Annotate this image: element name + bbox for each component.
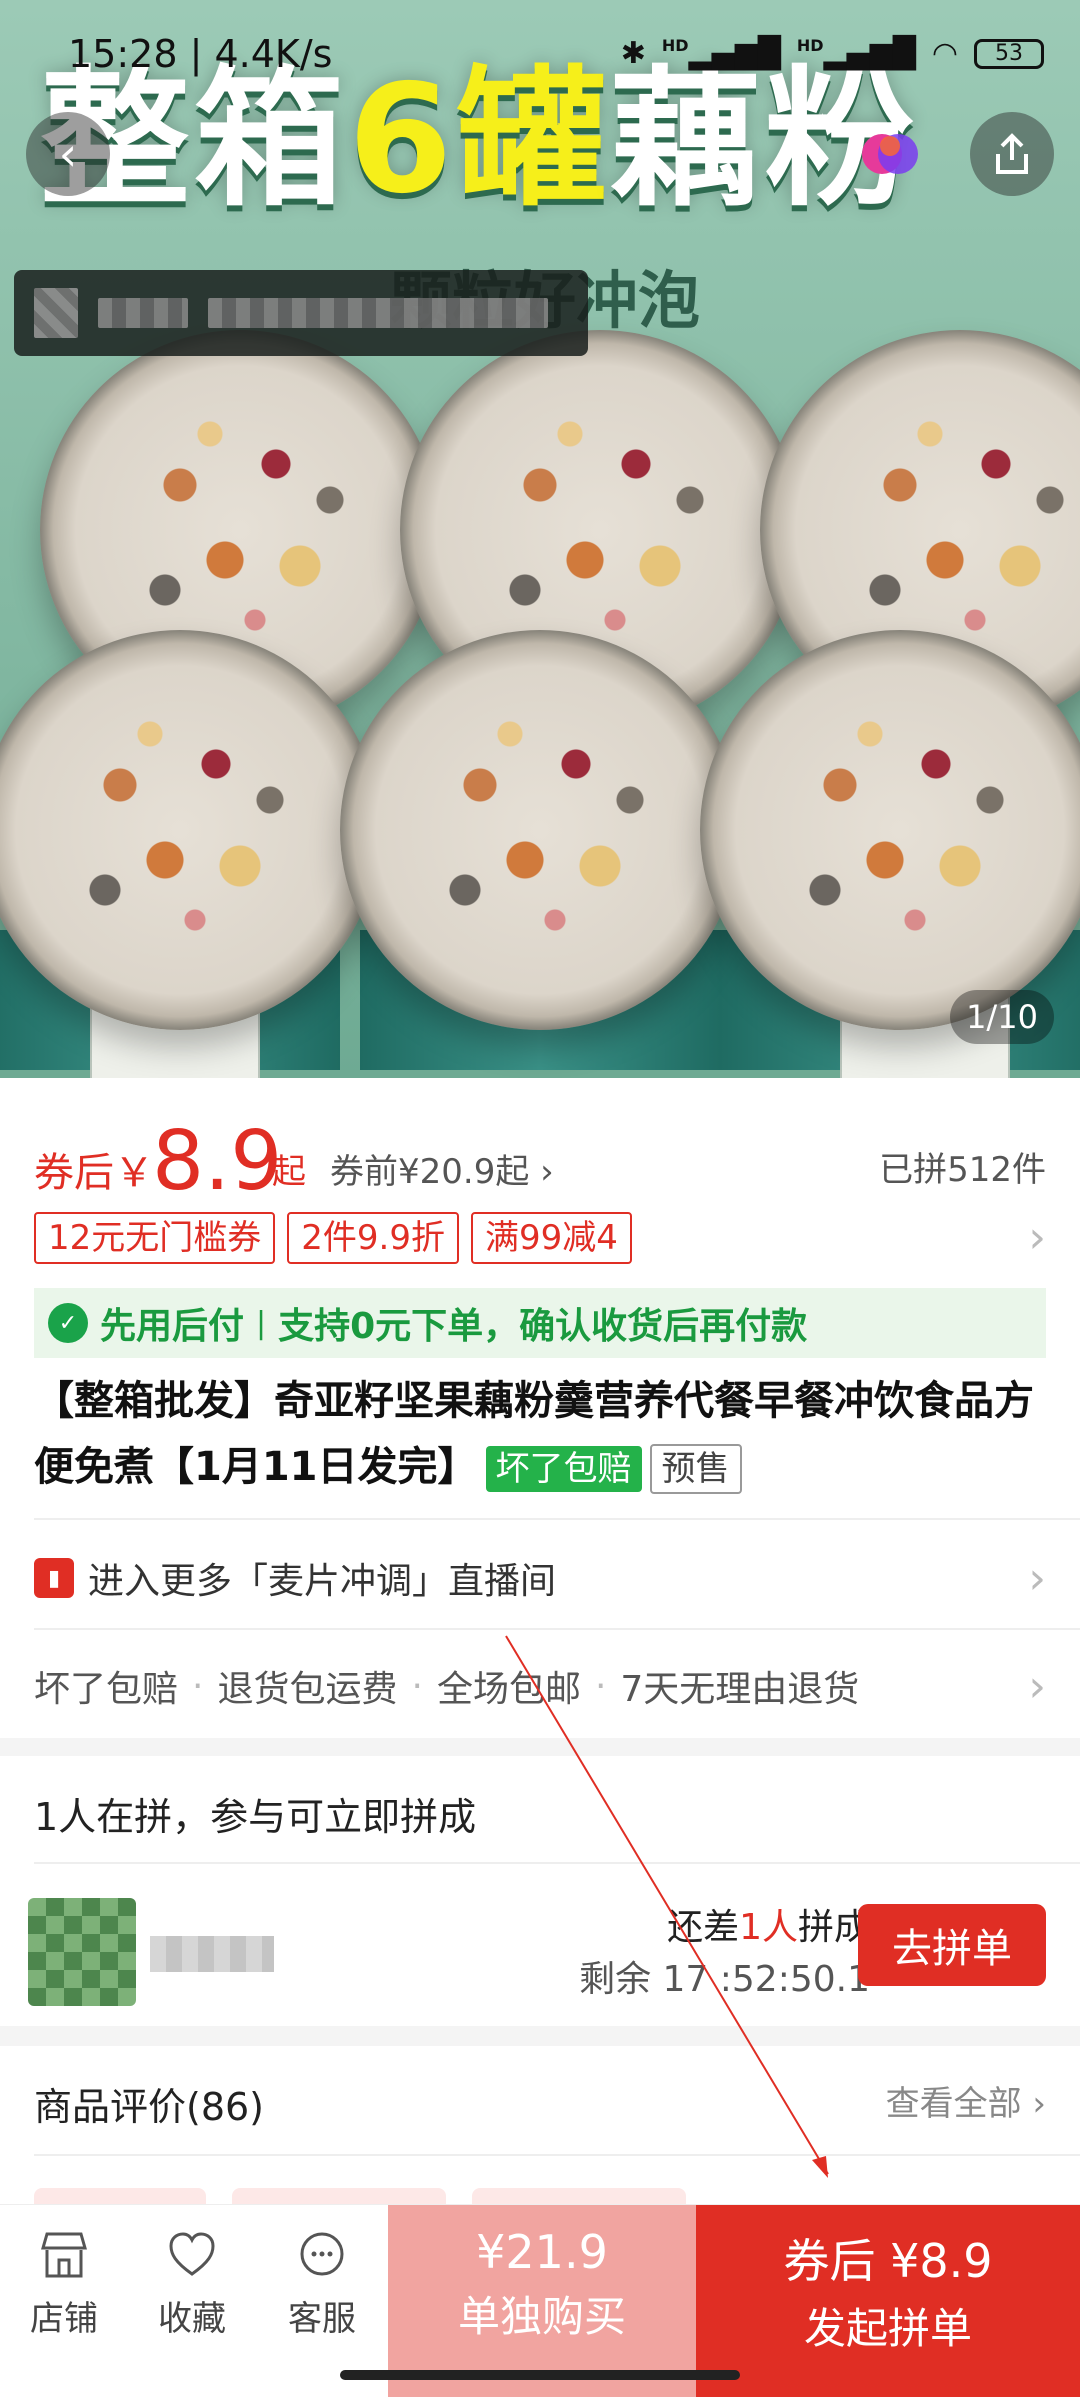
price-qi: 起 — [272, 1152, 306, 1192]
buy-alone-price: ¥21.9 — [476, 2225, 608, 2279]
service-guarantees[interactable]: 坏了包赔 · 退货包运费 · 全场包邮 · 7天无理由退货 › — [34, 1646, 1046, 1726]
coupon-tag[interactable]: 满99减4 — [470, 1212, 632, 1264]
pay-later-banner[interactable]: ✓ 先用后付 | 支持0元下单，确认收货后再付款 — [34, 1288, 1046, 1358]
pay-later-title: 先用后付 — [100, 1306, 245, 1347]
coupon-row[interactable]: 12元无门槛券 2件9.9折 满99减4 › — [34, 1212, 1046, 1264]
start-group-price: 券后 ¥8.9 — [783, 2234, 993, 2288]
chevron-left-icon: ‹ — [58, 127, 78, 181]
divider — [34, 1628, 1080, 1630]
blurred-username — [150, 1936, 274, 1972]
bluetooth-icon: ✱ — [620, 36, 646, 71]
group-shortfall: 还差1人拼成 — [667, 1907, 870, 1948]
assistant-icon[interactable] — [856, 124, 926, 184]
blurred-text — [208, 298, 548, 328]
guarantee-tag: 坏了包赔 — [485, 1446, 642, 1492]
service-item: 坏了包赔 — [34, 1669, 179, 1710]
status-time: 15:28 | 4.4K/s — [68, 32, 333, 76]
buy-alone-button[interactable]: ¥21.9 单独购买 — [388, 2205, 696, 2397]
can-top — [340, 630, 740, 1030]
service-item: 退货包运费 — [217, 1669, 398, 1710]
separator-dot: · — [594, 1665, 607, 1707]
group-countdown: 剩余 17 :52:50.1 — [579, 1959, 870, 2000]
battery-icon: 53 — [974, 38, 1044, 69]
price-row: 券后￥ 8.9 起 券前¥20.9起 › 已拼512件 — [34, 1114, 1046, 1209]
share-button[interactable] — [970, 112, 1054, 196]
group-buy-section: 1人在拼，参与可立即拼成 还差1人拼成 剩余 17 :52:50.1 去拼单 — [0, 1756, 1080, 2026]
start-group-button[interactable]: 券后 ¥8.9 发起拼单 — [696, 2205, 1080, 2397]
favorite-tab-label: 收藏 — [158, 2299, 226, 2339]
status-bar: 15:28 | 4.4K/s ✱ HD▂▄▆█ HD▂▄▆█ ◠ 53 — [0, 0, 1080, 110]
separator-dot: · — [411, 1665, 423, 1707]
share-icon — [996, 133, 1028, 174]
pay-later-desc: 支持0元下单，确认收货后再付款 — [278, 1306, 808, 1347]
price-after-label: 券后￥ — [34, 1150, 154, 1196]
start-group-label: 发起拼单 — [803, 2304, 972, 2353]
divider — [34, 2154, 1080, 2156]
price-value: 8.9 — [152, 1114, 283, 1209]
heart-icon — [169, 2232, 215, 2276]
reviews-header: 商品评价(86) — [34, 2085, 265, 2129]
product-title: 【整箱批发】奇亚籽坚果藕粉羹营养代餐早餐冲饮食品方便免煮【1月11日发完】 坏了包… — [34, 1368, 1046, 1500]
service-tab[interactable]: 客服 — [262, 2225, 382, 2340]
sold-count: 已拼512件 — [879, 1150, 1046, 1190]
signal-icon: HD▂▄▆█ — [796, 36, 916, 71]
presale-tag: 预售 — [649, 1444, 742, 1494]
favorite-tab[interactable]: 收藏 — [132, 2225, 252, 2340]
service-item: 7天无理由退货 — [620, 1669, 860, 1710]
separator: | — [256, 1305, 267, 1341]
coupon-tag[interactable]: 2件9.9折 — [287, 1212, 459, 1264]
chat-icon — [300, 2232, 344, 2276]
coupon-tag[interactable]: 12元无门槛券 — [34, 1212, 276, 1264]
live-room-link[interactable]: ▮ 进入更多「麦片冲调」直播间 › — [34, 1538, 1046, 1618]
separator-dot: · — [192, 1665, 204, 1707]
can-top — [700, 630, 1080, 1030]
chevron-right-icon: › — [1028, 1552, 1046, 1604]
service-item: 全场包邮 — [436, 1669, 581, 1710]
group-header: 1人在拼，参与可立即拼成 — [34, 1795, 477, 1839]
store-icon — [41, 2232, 87, 2278]
see-all-reviews-link[interactable]: 查看全部 › — [886, 2076, 1046, 2125]
blurred-text — [98, 298, 188, 328]
store-tab-label: 店铺 — [30, 2299, 98, 2339]
divider — [34, 1518, 1080, 1520]
live-icon: ▮ — [34, 1558, 74, 1598]
pay-later-icon: ✓ — [48, 1303, 88, 1343]
store-tab[interactable]: 店铺 — [4, 2225, 124, 2340]
product-info: 券后￥ 8.9 起 券前¥20.9起 › 已拼512件 12元无门槛券 2件9.… — [0, 1078, 1080, 1738]
blurred-avatar — [34, 288, 78, 338]
back-button[interactable]: ‹ — [26, 112, 110, 196]
service-tab-label: 客服 — [288, 2299, 356, 2339]
chevron-right-icon: › — [1028, 1212, 1046, 1263]
home-indicator[interactable] — [340, 2370, 740, 2380]
buy-alone-label: 单独购买 — [457, 2292, 626, 2341]
join-group-button[interactable]: 去拼单 — [858, 1904, 1046, 1986]
live-room-text: 进入更多「麦片冲调」直播间 — [88, 1561, 557, 1602]
image-counter: 1/10 — [950, 990, 1054, 1044]
chevron-right-icon: › — [1028, 1660, 1046, 1712]
wifi-icon: ◠ — [931, 36, 958, 71]
avatar — [28, 1898, 136, 2006]
divider — [34, 1862, 1080, 1864]
price-before-coupon[interactable]: 券前¥20.9起 › — [330, 1144, 554, 1193]
status-icons: ✱ HD▂▄▆█ HD▂▄▆█ ◠ 53 — [621, 36, 1044, 71]
reviews-section: 商品评价(86) 查看全部 › — [0, 2046, 1080, 2248]
signal-icon: HD▂▄▆█ — [661, 36, 781, 71]
blurred-notification-bar — [14, 270, 588, 356]
